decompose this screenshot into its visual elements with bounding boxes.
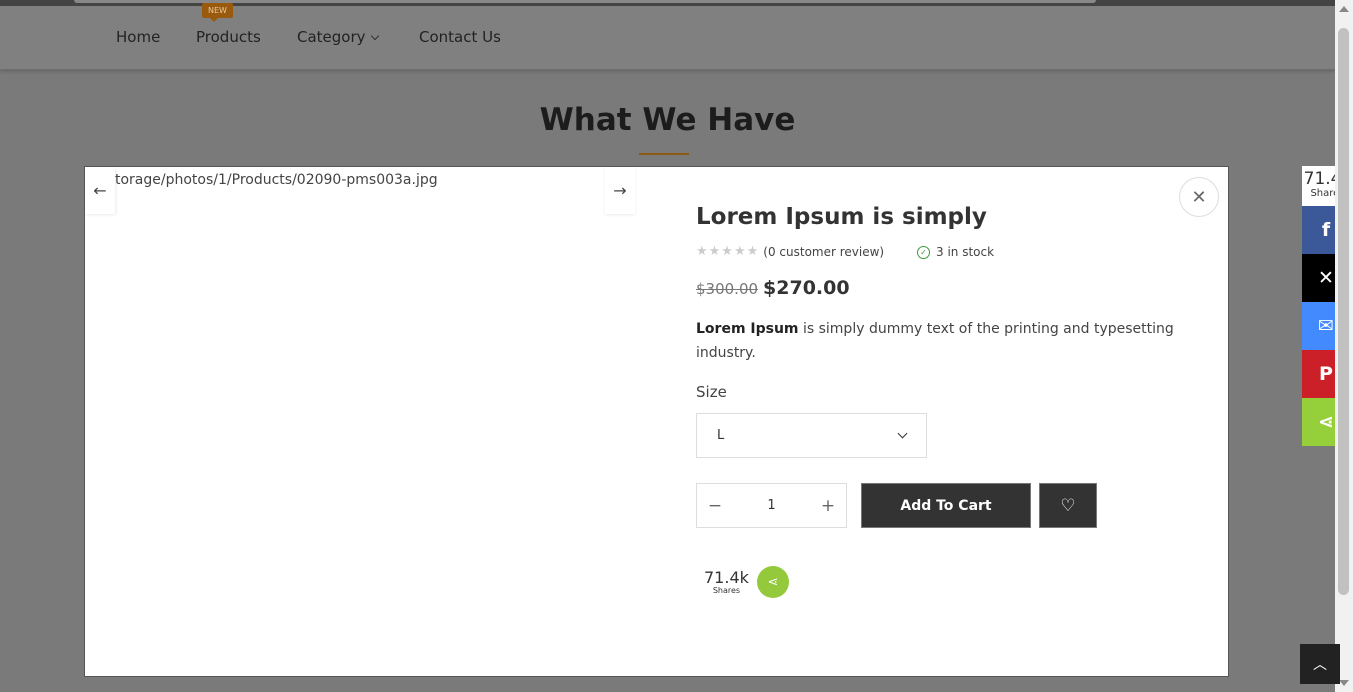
nav-category-label: Category xyxy=(297,28,366,46)
scroll-down-arrow-icon[interactable] xyxy=(1339,680,1349,686)
stock-text: 3 in stock xyxy=(936,245,995,259)
increase-quantity-button[interactable]: + xyxy=(820,496,836,516)
pinterest-icon: P xyxy=(1319,363,1333,385)
chevron-up-icon: ︿ xyxy=(1313,657,1327,673)
description-bold: Lorem Ipsum xyxy=(696,321,799,337)
share-button[interactable]: ⋖ xyxy=(756,566,789,598)
share-icon: ⋖ xyxy=(767,574,779,590)
quick-view-modal: torage/photos/1/Products/02090-pms003a.j… xyxy=(84,166,1229,677)
check-circle-icon: ✓ xyxy=(917,245,930,259)
chevron-down-icon xyxy=(370,31,379,41)
prev-image-button[interactable]: ← xyxy=(85,167,115,214)
nav-home[interactable]: Home xyxy=(116,28,160,46)
quantity-stepper[interactable]: − 1 + xyxy=(696,483,847,528)
scroll-thumb[interactable] xyxy=(1338,28,1349,595)
inline-share: 71.4k Shares ⋖ xyxy=(704,566,789,598)
product-image-alt: torage/photos/1/Products/02090-pms003a.j… xyxy=(115,172,438,188)
size-label: Size xyxy=(696,383,727,401)
scrollbar[interactable] xyxy=(1335,0,1353,692)
nav-category[interactable]: Category xyxy=(297,28,379,46)
navbar: Home Products Category Contact Us xyxy=(0,6,1335,70)
add-to-cart-button[interactable]: Add To Cart xyxy=(861,483,1031,528)
share-count: 71.4k Shares xyxy=(704,567,749,595)
title-underline xyxy=(639,153,689,155)
share-icon: ⋖ xyxy=(1318,411,1334,433)
scroll-up-arrow-icon[interactable] xyxy=(1339,6,1349,12)
decrease-quantity-button[interactable]: − xyxy=(707,496,723,516)
chevron-down-icon xyxy=(897,428,908,439)
x-icon: ✕ xyxy=(1318,267,1334,289)
price-row: $300.00 $270.00 xyxy=(696,277,850,299)
size-value: L xyxy=(717,428,725,443)
product-title: Lorem Ipsum is simply xyxy=(696,204,987,230)
wishlist-button[interactable]: ♡ xyxy=(1039,483,1097,528)
messenger-icon: ✉ xyxy=(1318,315,1334,337)
quantity-value[interactable]: 1 xyxy=(767,498,775,513)
share-count-number: 71.4k xyxy=(704,567,749,587)
arrow-right-icon: → xyxy=(613,181,627,200)
close-button[interactable]: ✕ xyxy=(1179,177,1219,217)
back-to-top-button[interactable]: ︿ xyxy=(1300,644,1340,684)
product-description: Lorem Ipsum is simply dummy text of the … xyxy=(696,317,1176,365)
nav-contact-us[interactable]: Contact Us xyxy=(419,28,501,46)
facebook-icon: f xyxy=(1321,219,1331,241)
arrow-left-icon: ← xyxy=(93,181,107,200)
heart-icon: ♡ xyxy=(1060,495,1076,516)
review-count[interactable]: (0 customer review) xyxy=(763,245,884,259)
rating-row: ★★★★★ (0 customer review) xyxy=(696,244,884,259)
stock-status: ✓ 3 in stock xyxy=(917,245,994,259)
next-image-button[interactable]: → xyxy=(605,167,635,214)
nav-products[interactable]: Products xyxy=(196,28,261,46)
old-price: $300.00 xyxy=(696,280,759,298)
size-select[interactable]: L xyxy=(696,413,927,458)
section-title: What We Have xyxy=(539,102,796,138)
share-count-label: Shares xyxy=(712,585,741,595)
star-rating-icons: ★★★★★ xyxy=(696,244,760,259)
new-badge: NEW xyxy=(202,3,233,22)
close-icon: ✕ xyxy=(1191,186,1207,208)
current-price: $270.00 xyxy=(763,277,850,299)
